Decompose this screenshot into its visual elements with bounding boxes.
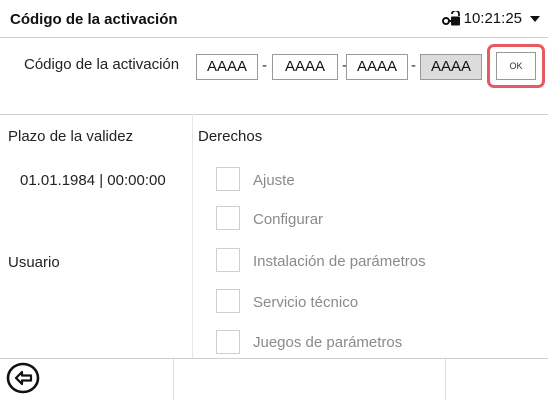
checkbox-configurar[interactable] xyxy=(216,206,240,230)
checkbox-instalacion-parametros[interactable] xyxy=(216,248,240,272)
divider xyxy=(0,114,548,115)
validity-label: Plazo de la validez xyxy=(8,128,134,145)
permission-label-servicio: Servicio técnico xyxy=(253,294,359,311)
status-area[interactable]: 10:21:25 xyxy=(441,9,540,27)
code-separator: - xyxy=(411,57,416,74)
chevron-down-icon[interactable] xyxy=(530,15,540,22)
permission-label-ajuste: Ajuste xyxy=(253,172,295,189)
checkbox-servicio-tecnico[interactable] xyxy=(216,289,240,313)
code-segment-4[interactable]: AAAA xyxy=(420,54,482,80)
back-button[interactable] xyxy=(5,362,41,399)
code-segment-2[interactable]: AAAA xyxy=(272,54,338,80)
back-arrow-icon xyxy=(6,362,40,399)
validity-value[interactable]: 01.01.1984 | 00:00:00 xyxy=(20,172,166,189)
permission-label-instalacion: Instalación de parámetros xyxy=(253,253,426,270)
page-title: Código de la activación xyxy=(10,11,178,28)
rights-label: Derechos xyxy=(198,128,263,145)
ok-button[interactable]: OK xyxy=(496,52,536,80)
code-segment-3[interactable]: AAAA xyxy=(346,54,408,80)
bottom-bar xyxy=(0,358,548,400)
user-label: Usuario xyxy=(8,254,60,271)
permission-label-configurar: Configurar xyxy=(253,211,324,228)
activation-code-screen: Código de la activación 10:21:25 Código … xyxy=(0,0,548,400)
title-bar: Código de la activación 10:21:25 xyxy=(0,0,548,38)
code-separator: - xyxy=(262,57,267,74)
clock: 10:21:25 xyxy=(463,10,522,27)
activation-code-row: Código de la activación AAAA - AAAA - AA… xyxy=(0,38,548,88)
checkbox-ajuste[interactable] xyxy=(216,167,240,191)
activation-code-label: Código de la activación xyxy=(24,56,180,73)
lock-key-icon xyxy=(441,9,460,27)
permission-label-juegos: Juegos de parámetros xyxy=(253,334,403,351)
code-segment-1[interactable]: AAAA xyxy=(196,54,258,80)
column-divider xyxy=(192,114,193,358)
checkbox-juegos-parametros[interactable] xyxy=(216,330,240,354)
footer-separator xyxy=(445,359,446,400)
footer-separator xyxy=(173,359,174,400)
